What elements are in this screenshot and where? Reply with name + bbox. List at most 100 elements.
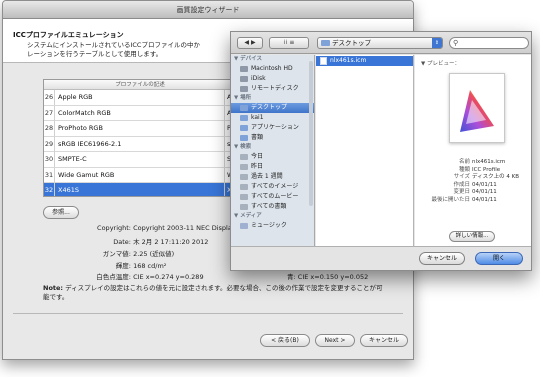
sidebar-item[interactable]: 昨日 <box>231 162 314 172</box>
sidebar-item[interactable]: iDisk <box>231 74 314 84</box>
sidebar-scrollbar[interactable] <box>309 61 313 206</box>
sidebar-item[interactable]: 過去 1 週間 <box>231 172 314 182</box>
sidebar-item[interactable]: ミュージック <box>231 221 314 231</box>
divider <box>13 313 403 314</box>
table-row[interactable]: 31Wide Gamut RGBWid <box>44 167 242 183</box>
icon-view-icon[interactable]: ⁞⁞ <box>284 39 288 46</box>
row-number: 26 <box>44 90 55 105</box>
profile-info-blue: 青: CIE x=0.150 y=0.052 <box>287 272 368 282</box>
sidebar-item[interactable]: デスクトップ <box>231 103 314 113</box>
sidebar-item-label: ミュージック <box>251 222 287 229</box>
search-item-icon <box>240 204 248 210</box>
gamma-label: ガンマ値: <box>102 250 131 258</box>
file-item-selected[interactable]: nlx461s.icm <box>316 56 413 66</box>
search-item-icon <box>240 184 248 190</box>
sidebar-section-header[interactable]: ▼ 場所 <box>231 94 314 103</box>
profile-info-luminance: 輝度: 168 cd/m² <box>43 261 167 271</box>
places-item-icon <box>240 105 248 111</box>
back-button[interactable]: < 戻る(B) <box>260 334 310 347</box>
row-number: 32 <box>44 183 55 196</box>
note-body: ディスプレイの設定はこれらの値を元に設定されます。必要な場合、この後の作業で設定… <box>63 284 383 292</box>
file-info-key: 作成日 <box>453 181 470 188</box>
file-info-value: nlx461s.icm <box>472 159 506 165</box>
date-value: 木 2月 2 17:11:20 2012 <box>133 238 209 246</box>
sidebar-item[interactable]: すべてのイメージ <box>231 182 314 192</box>
sidebar-item[interactable]: 書類 <box>231 133 314 143</box>
more-info-button[interactable]: 詳しい情報... <box>449 231 495 242</box>
browse-button[interactable]: 参照... <box>43 206 79 219</box>
table-row[interactable]: 29sRGB IEC61966-2.1sRG <box>44 136 242 152</box>
file-info-row: 作成日 04/01/11 <box>415 182 533 190</box>
search-field[interactable]: ⚲ <box>449 37 529 49</box>
file-info-key: 最後に開いた日 <box>431 196 470 203</box>
wizard-title: 画質設定ウィザード <box>3 1 413 19</box>
location-popup[interactable]: デスクトップ ⇕ <box>317 37 443 49</box>
profile-name: Apple RGB <box>58 93 93 101</box>
devices-item-icon <box>240 66 248 72</box>
search-item-icon <box>240 174 248 180</box>
profile-info-whitepoint: 白色点温度: CIE x=0.274 y=0.289 <box>43 272 204 282</box>
view-mode-buttons[interactable]: ⁞⁞ ≡ <box>269 37 309 49</box>
profile-info-copyright: Copyright: Copyright 2003-11 NEC Display <box>43 223 236 233</box>
back-forward-buttons[interactable]: ◀ ▶ <box>237 37 263 49</box>
sidebar-item[interactable]: アプリケーション <box>231 123 314 133</box>
preview-pane: ▼ プレビュー： 名前 nlx461s.icm 種類 ICC Profile サイズ ディ… <box>415 55 531 248</box>
table-row[interactable]: 28ProPhoto RGBPro <box>44 121 242 137</box>
profile-name: Wide Gamut RGB <box>58 170 115 179</box>
file-info-value: 04/01/11 <box>472 181 497 188</box>
sidebar-item-label: 書類 <box>251 134 264 141</box>
sidebar-item-label: リモートディスク <box>251 85 299 92</box>
sidebar-item-label: 過去 1 週間 <box>251 173 283 180</box>
next-button[interactable]: Next > <box>315 334 355 347</box>
preview-label: ▼ プレビュー： <box>421 61 460 67</box>
table-row[interactable]: 27ColorMatch RGBApp <box>44 105 242 121</box>
wizard-description: システムにインストールされているICCプロファイルの中か レーションを行うテーブ… <box>27 41 257 59</box>
blue-value: CIE x=0.150 y=0.052 <box>297 273 369 281</box>
file-info-key: 種類 <box>458 166 470 173</box>
file-info-row: 変更日 04/01/11 <box>415 189 533 197</box>
file-info-row: 名前 nlx461s.icm <box>415 159 533 167</box>
sidebar-item[interactable]: 今日 <box>231 152 314 162</box>
sidebar-section-header[interactable]: ▼ メディア <box>231 212 314 221</box>
sidebar-section-header[interactable]: ▼ デバイス <box>231 55 314 64</box>
luminance-value: 168 cd/m² <box>133 262 167 270</box>
file-info-value: ディスク上の 4 KB <box>472 174 519 180</box>
sidebar-item-label: Macintosh HD <box>251 65 293 72</box>
copyright-value: Copyright 2003-11 NEC Display <box>133 224 236 232</box>
sidebar-item[interactable]: kai1 <box>231 113 314 123</box>
file-info-key: 名前 <box>458 159 470 165</box>
forward-arrow-icon[interactable]: ▶ <box>251 39 256 46</box>
open-file-dialog: ◀ ▶ ⁞⁞ ≡ デスクトップ ⇕ ⚲ ▼ デバイス Macintosh HD iD… <box>230 31 532 271</box>
profile-table-header: プロファイルの記述 <box>44 80 242 90</box>
list-view-icon[interactable]: ≡ <box>289 39 294 46</box>
profile-table: プロファイルの記述 26Apple RGBApp27ColorMatch RGB… <box>43 79 243 197</box>
places-item-icon <box>240 135 248 141</box>
open-button[interactable]: 開く <box>475 252 523 265</box>
cancel-button[interactable]: キャンセル <box>360 334 408 347</box>
whitepoint-value: CIE x=0.274 y=0.289 <box>133 273 204 281</box>
table-row[interactable]: 30SMPTE-CSMI <box>44 152 242 168</box>
search-item-icon <box>240 194 248 200</box>
gamma-value: 2.25 (近似値) <box>133 250 175 258</box>
sidebar-item[interactable]: Macintosh HD <box>231 64 314 74</box>
file-info-value: ICC Profile <box>472 166 501 173</box>
sidebar-item[interactable]: リモートディスク <box>231 84 314 94</box>
sidebar-item[interactable]: すべての書類 <box>231 202 314 212</box>
row-number: 28 <box>44 121 55 136</box>
popup-arrows-icon: ⇕ <box>432 38 442 48</box>
table-row[interactable]: 32X461SX46 <box>44 183 242 196</box>
profile-info-date: Date: 木 2月 2 17:11:20 2012 <box>43 237 208 247</box>
search-item-icon <box>240 154 248 160</box>
row-number: 31 <box>44 167 55 183</box>
sidebar-item-label: kai1 <box>251 114 264 121</box>
back-arrow-icon[interactable]: ◀ <box>244 39 249 46</box>
sidebar-section-header[interactable]: ▼ 検索 <box>231 143 314 152</box>
date-label: Date: <box>113 238 131 246</box>
column-header-description[interactable]: プロファイルの記述 <box>58 80 222 90</box>
dialog-cancel-button[interactable]: キャンセル <box>419 252 465 265</box>
places-item-icon <box>240 125 248 131</box>
search-item-icon <box>240 164 248 170</box>
profile-info-gamma: ガンマ値: 2.25 (近似値) <box>43 249 174 259</box>
sidebar-item[interactable]: すべてのムービー <box>231 192 314 202</box>
table-row[interactable]: 26Apple RGBApp <box>44 90 242 106</box>
